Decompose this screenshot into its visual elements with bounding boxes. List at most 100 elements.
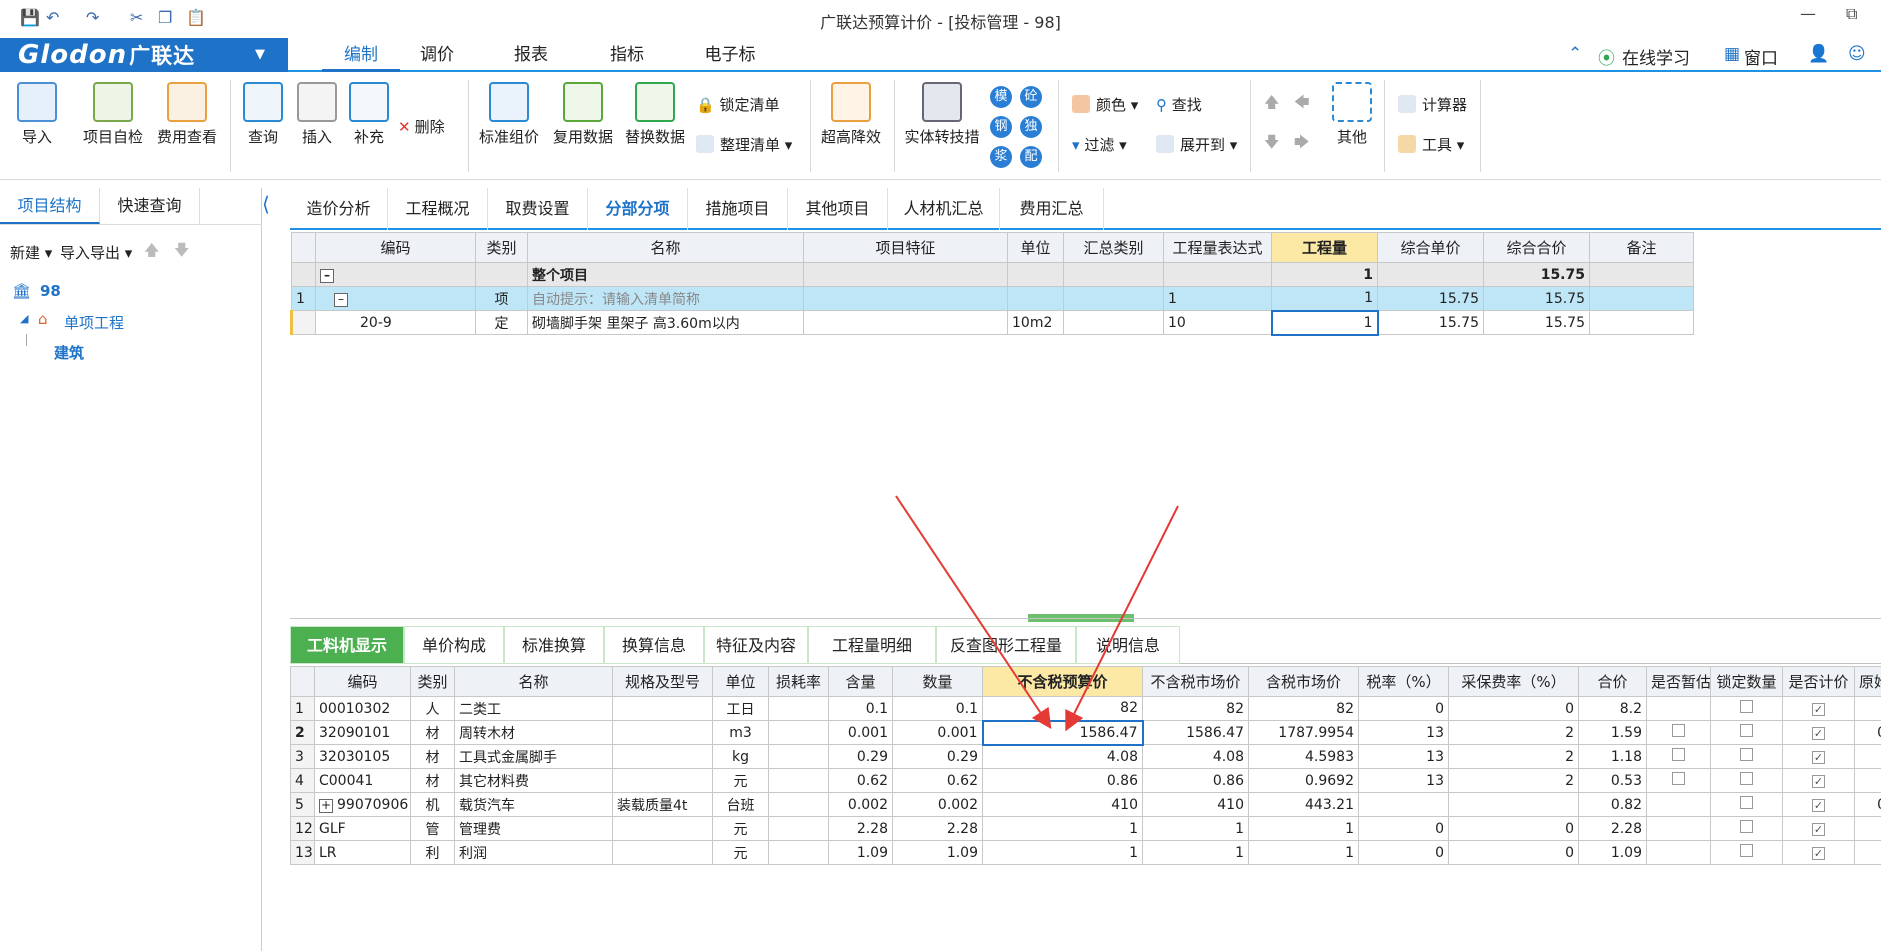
- column-header[interactable]: 损耗率: [768, 666, 829, 697]
- tab-measures[interactable]: 措施项目: [688, 188, 788, 230]
- cell-budget[interactable]: 1: [982, 840, 1143, 865]
- expand-to-button[interactable]: 展开到 ▾: [1156, 134, 1237, 155]
- cell-tax[interactable]: 0: [1358, 816, 1449, 841]
- column-header[interactable]: 是否计价: [1782, 666, 1855, 697]
- cell-loss[interactable]: [768, 744, 829, 769]
- cell-orig[interactable]: [1854, 816, 1881, 841]
- checkbox[interactable]: [1672, 724, 1685, 737]
- table-row[interactable]: 12 GLF 管管理费元 2.28 2.28 1 1 1 0 0 2.28 ✓: [290, 816, 1881, 841]
- column-header[interactable]: 锁定数量: [1710, 666, 1783, 697]
- collapse-ribbon-icon[interactable]: ⌃: [1568, 44, 1582, 64]
- checkbox[interactable]: [1740, 772, 1753, 785]
- cell-unit[interactable]: 台班: [712, 792, 769, 817]
- cell-name[interactable]: 二类工: [454, 696, 613, 721]
- steel-icon[interactable]: 钢: [990, 116, 1012, 138]
- height-reduce-button[interactable]: 超高降效: [816, 82, 886, 147]
- cell-spec[interactable]: [612, 768, 713, 793]
- cell-orig[interactable]: [1854, 744, 1881, 769]
- cell-content[interactable]: 1.09: [828, 840, 893, 865]
- cell-total[interactable]: 2.28: [1578, 816, 1647, 841]
- arrange-list-button[interactable]: 整理清单 ▾: [696, 134, 792, 155]
- find-button[interactable]: ⚲ 查找: [1156, 94, 1202, 115]
- column-header[interactable]: 税率（%）: [1358, 666, 1449, 697]
- checkbox[interactable]: ✓: [1812, 846, 1825, 860]
- cell-unit[interactable]: 元: [712, 840, 769, 865]
- cell-loss[interactable]: [768, 840, 829, 865]
- cell-market[interactable]: 0.86: [1142, 768, 1249, 793]
- cell-type[interactable]: 材: [410, 768, 455, 793]
- cell-tax-market[interactable]: 82: [1248, 696, 1359, 721]
- cell-orig[interactable]: [1854, 768, 1881, 793]
- cell-spec[interactable]: 装载质量4t: [612, 792, 713, 817]
- cell-tax[interactable]: 13: [1358, 768, 1449, 793]
- checkbox[interactable]: ✓: [1812, 798, 1825, 812]
- cell-orig[interactable]: [1854, 840, 1881, 865]
- cell-type[interactable]: 材: [410, 744, 455, 769]
- move-up-icon[interactable]: 🡅: [1264, 92, 1279, 117]
- column-header[interactable]: 编码: [315, 232, 476, 263]
- cell-code[interactable]: 00010302: [314, 696, 411, 721]
- tab-standard-conversion[interactable]: 标准换算: [504, 626, 604, 664]
- cell-market[interactable]: 410: [1142, 792, 1249, 817]
- cell-name[interactable]: 利润: [454, 840, 613, 865]
- checkbox[interactable]: ✓: [1812, 726, 1825, 740]
- column-header[interactable]: 备注: [1589, 232, 1694, 263]
- tab-bianzhi[interactable]: 编制: [322, 38, 400, 72]
- cell-qty[interactable]: 0.62: [892, 768, 983, 793]
- cell-tax[interactable]: 13: [1358, 744, 1449, 769]
- cell-total[interactable]: 0.53: [1578, 768, 1647, 793]
- cell-qty[interactable]: 0.002: [892, 792, 983, 817]
- import-button[interactable]: 导入: [12, 82, 62, 147]
- cell-total[interactable]: 15.75: [1483, 262, 1590, 287]
- import-export-button[interactable]: 导入导出 ▾: [60, 242, 132, 263]
- cell-market[interactable]: 1: [1142, 816, 1249, 841]
- checkbox[interactable]: ✓: [1812, 774, 1825, 788]
- cell-orig[interactable]: 0: [1854, 720, 1881, 745]
- cell-name[interactable]: 其它材料费: [454, 768, 613, 793]
- column-header[interactable]: 合价: [1578, 666, 1647, 697]
- move-down-icon[interactable]: 🡇: [174, 240, 189, 265]
- calculator-button[interactable]: 计算器: [1398, 94, 1467, 115]
- tree-unit-project[interactable]: 单项工程: [64, 312, 124, 333]
- tab-conversion-info[interactable]: 换算信息: [604, 626, 704, 664]
- cell-total[interactable]: 1.18: [1578, 744, 1647, 769]
- cell-code[interactable]: GLF: [314, 816, 411, 841]
- concrete-icon[interactable]: 砼: [1020, 86, 1042, 108]
- cell-fee[interactable]: 2: [1448, 744, 1579, 769]
- new-button[interactable]: 新建 ▾: [10, 242, 52, 263]
- checkbox[interactable]: [1672, 748, 1685, 761]
- self-check-button[interactable]: 项目自检: [78, 82, 148, 147]
- cell-tax-market[interactable]: 0.9692: [1248, 768, 1359, 793]
- move-down-icon[interactable]: 🡇: [1264, 132, 1279, 157]
- cell-type[interactable]: 材: [410, 720, 455, 745]
- column-header[interactable]: 单位: [712, 666, 769, 697]
- cell-name[interactable]: 管理费: [454, 816, 613, 841]
- cell-type[interactable]: 利: [410, 840, 455, 865]
- tab-features-content[interactable]: 特征及内容: [704, 626, 808, 664]
- tab-dianzibiao[interactable]: 电子标: [690, 38, 770, 72]
- assistant-icon[interactable]: ☺: [1848, 44, 1866, 64]
- window-menu-button[interactable]: 窗口: [1744, 44, 1778, 69]
- tab-tiaojia[interactable]: 调价: [400, 38, 474, 72]
- cell-content[interactable]: 0.002: [828, 792, 893, 817]
- other-button[interactable]: 其他: [1324, 82, 1380, 147]
- move-left-icon[interactable]: 🡄: [1294, 92, 1310, 117]
- tab-baobiao[interactable]: 报表: [494, 38, 568, 72]
- table-row[interactable]: 4 C00041 材其它材料费元 0.62 0.62 0.86 0.86 0.9692 13 2 0…: [290, 768, 1881, 793]
- cell-tax-market[interactable]: 1: [1248, 840, 1359, 865]
- cell-name[interactable]: 工具式金属脚手: [454, 744, 613, 769]
- checkbox[interactable]: ✓: [1812, 702, 1825, 716]
- column-header[interactable]: 单位: [1007, 232, 1064, 263]
- tab-quick-query[interactable]: 快速查询: [100, 188, 200, 224]
- cell-fee[interactable]: 0: [1448, 816, 1579, 841]
- cell-unit[interactable]: kg: [712, 744, 769, 769]
- table-row-whole-project[interactable]: – 整个项目 1 15.75: [291, 262, 1694, 287]
- cell-type[interactable]: 机: [410, 792, 455, 817]
- cell-total[interactable]: 1.09: [1578, 840, 1647, 865]
- mix-icon[interactable]: 配: [1020, 146, 1042, 168]
- table-row[interactable]: 1 – 项 自动提示：请输入清单简称 1 1 15.75 15.75: [291, 286, 1694, 311]
- tab-labor-material-summary[interactable]: 人材机汇总: [888, 188, 1000, 230]
- tab-labor-material-display[interactable]: 工料机显示: [290, 626, 404, 664]
- fee-view-button[interactable]: 费用查看: [152, 82, 222, 147]
- slurry-icon[interactable]: 浆: [990, 146, 1012, 168]
